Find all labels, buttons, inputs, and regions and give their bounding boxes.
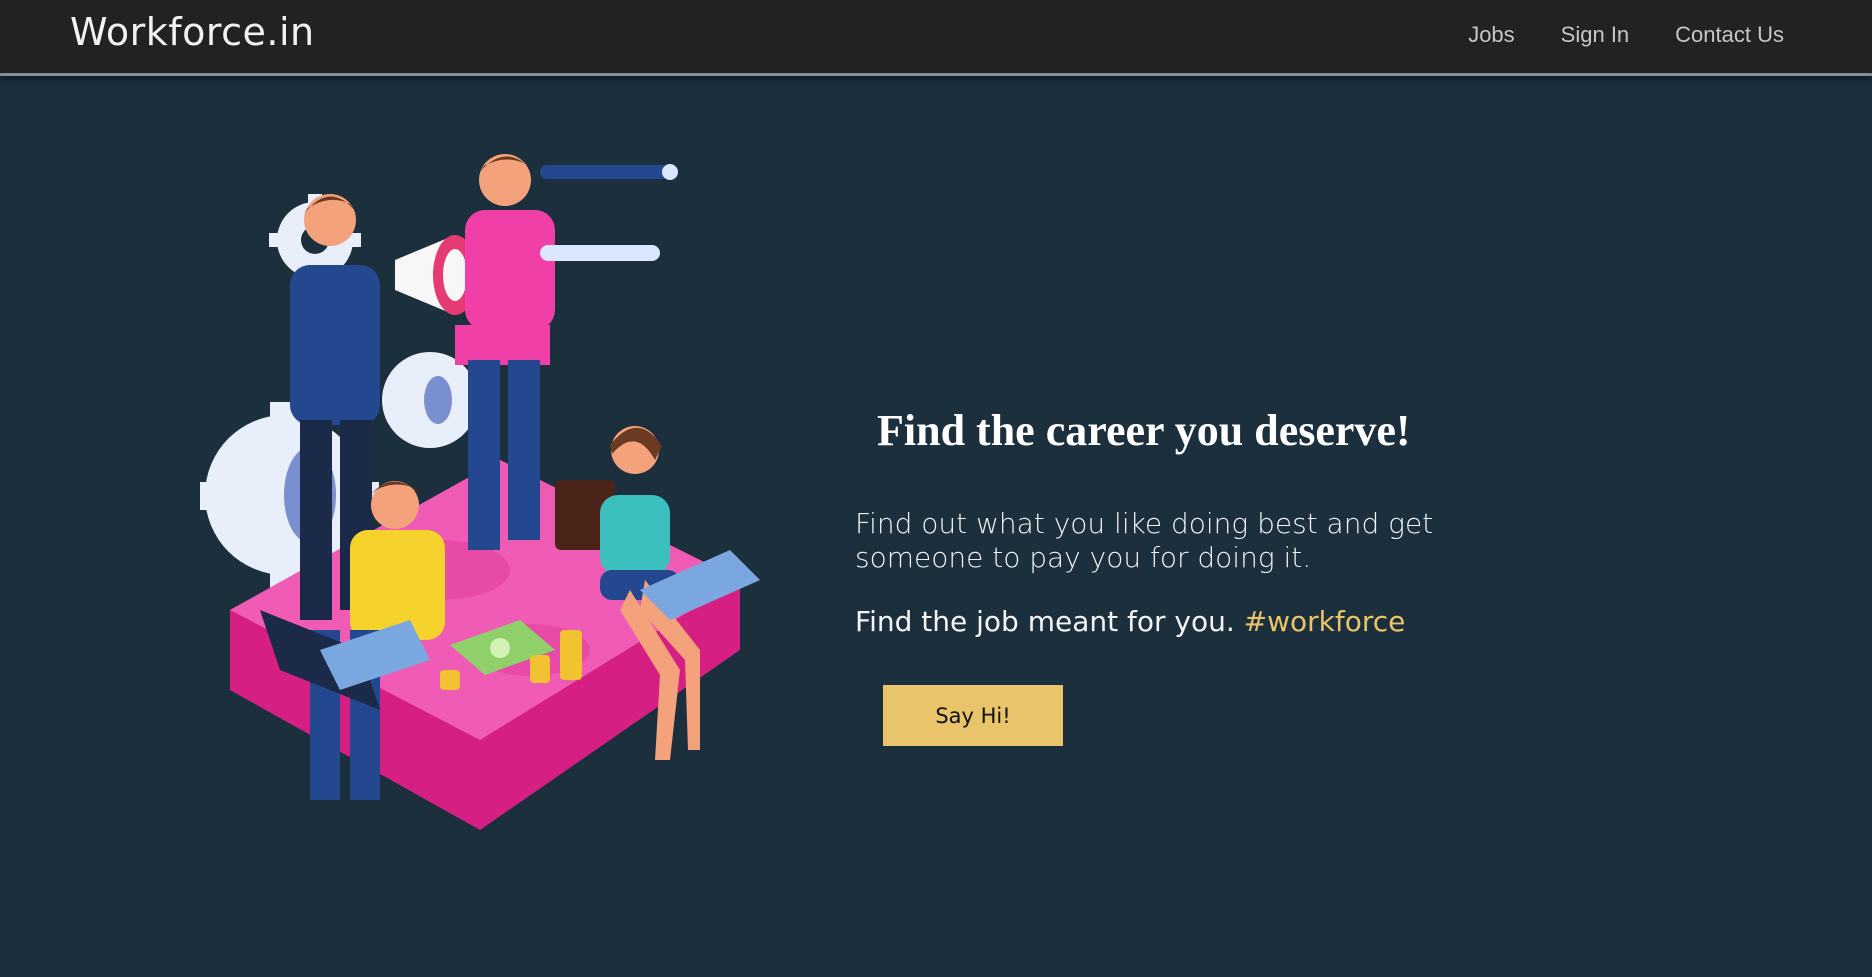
hero-tagline: Find the job meant for you. #workforce <box>855 605 1495 639</box>
hero-hashtag: #workforce <box>1243 605 1406 638</box>
nav-link-sign-in[interactable]: Sign In <box>1561 22 1630 48</box>
hero-title: Find the career you deserve! <box>877 406 1411 455</box>
say-hi-button[interactable]: Say Hi! <box>883 685 1063 746</box>
hero-section: Find the career you deserve! Find out wh… <box>855 400 1495 746</box>
nav-link-jobs[interactable]: Jobs <box>1468 22 1514 48</box>
gear-icon <box>382 352 478 448</box>
brand-logo[interactable]: Workforce.in <box>70 10 315 54</box>
nav-link-contact-us[interactable]: Contact Us <box>1675 22 1784 48</box>
navbar: Workforce.in Jobs Sign In Contact Us <box>0 0 1872 76</box>
team-career-illustration <box>200 154 760 830</box>
nav-links: Jobs Sign In Contact Us <box>1468 22 1784 48</box>
hero-tagline-text: Find the job meant for you. <box>855 605 1235 638</box>
hero-description: Find out what you like doing best and ge… <box>855 507 1434 574</box>
